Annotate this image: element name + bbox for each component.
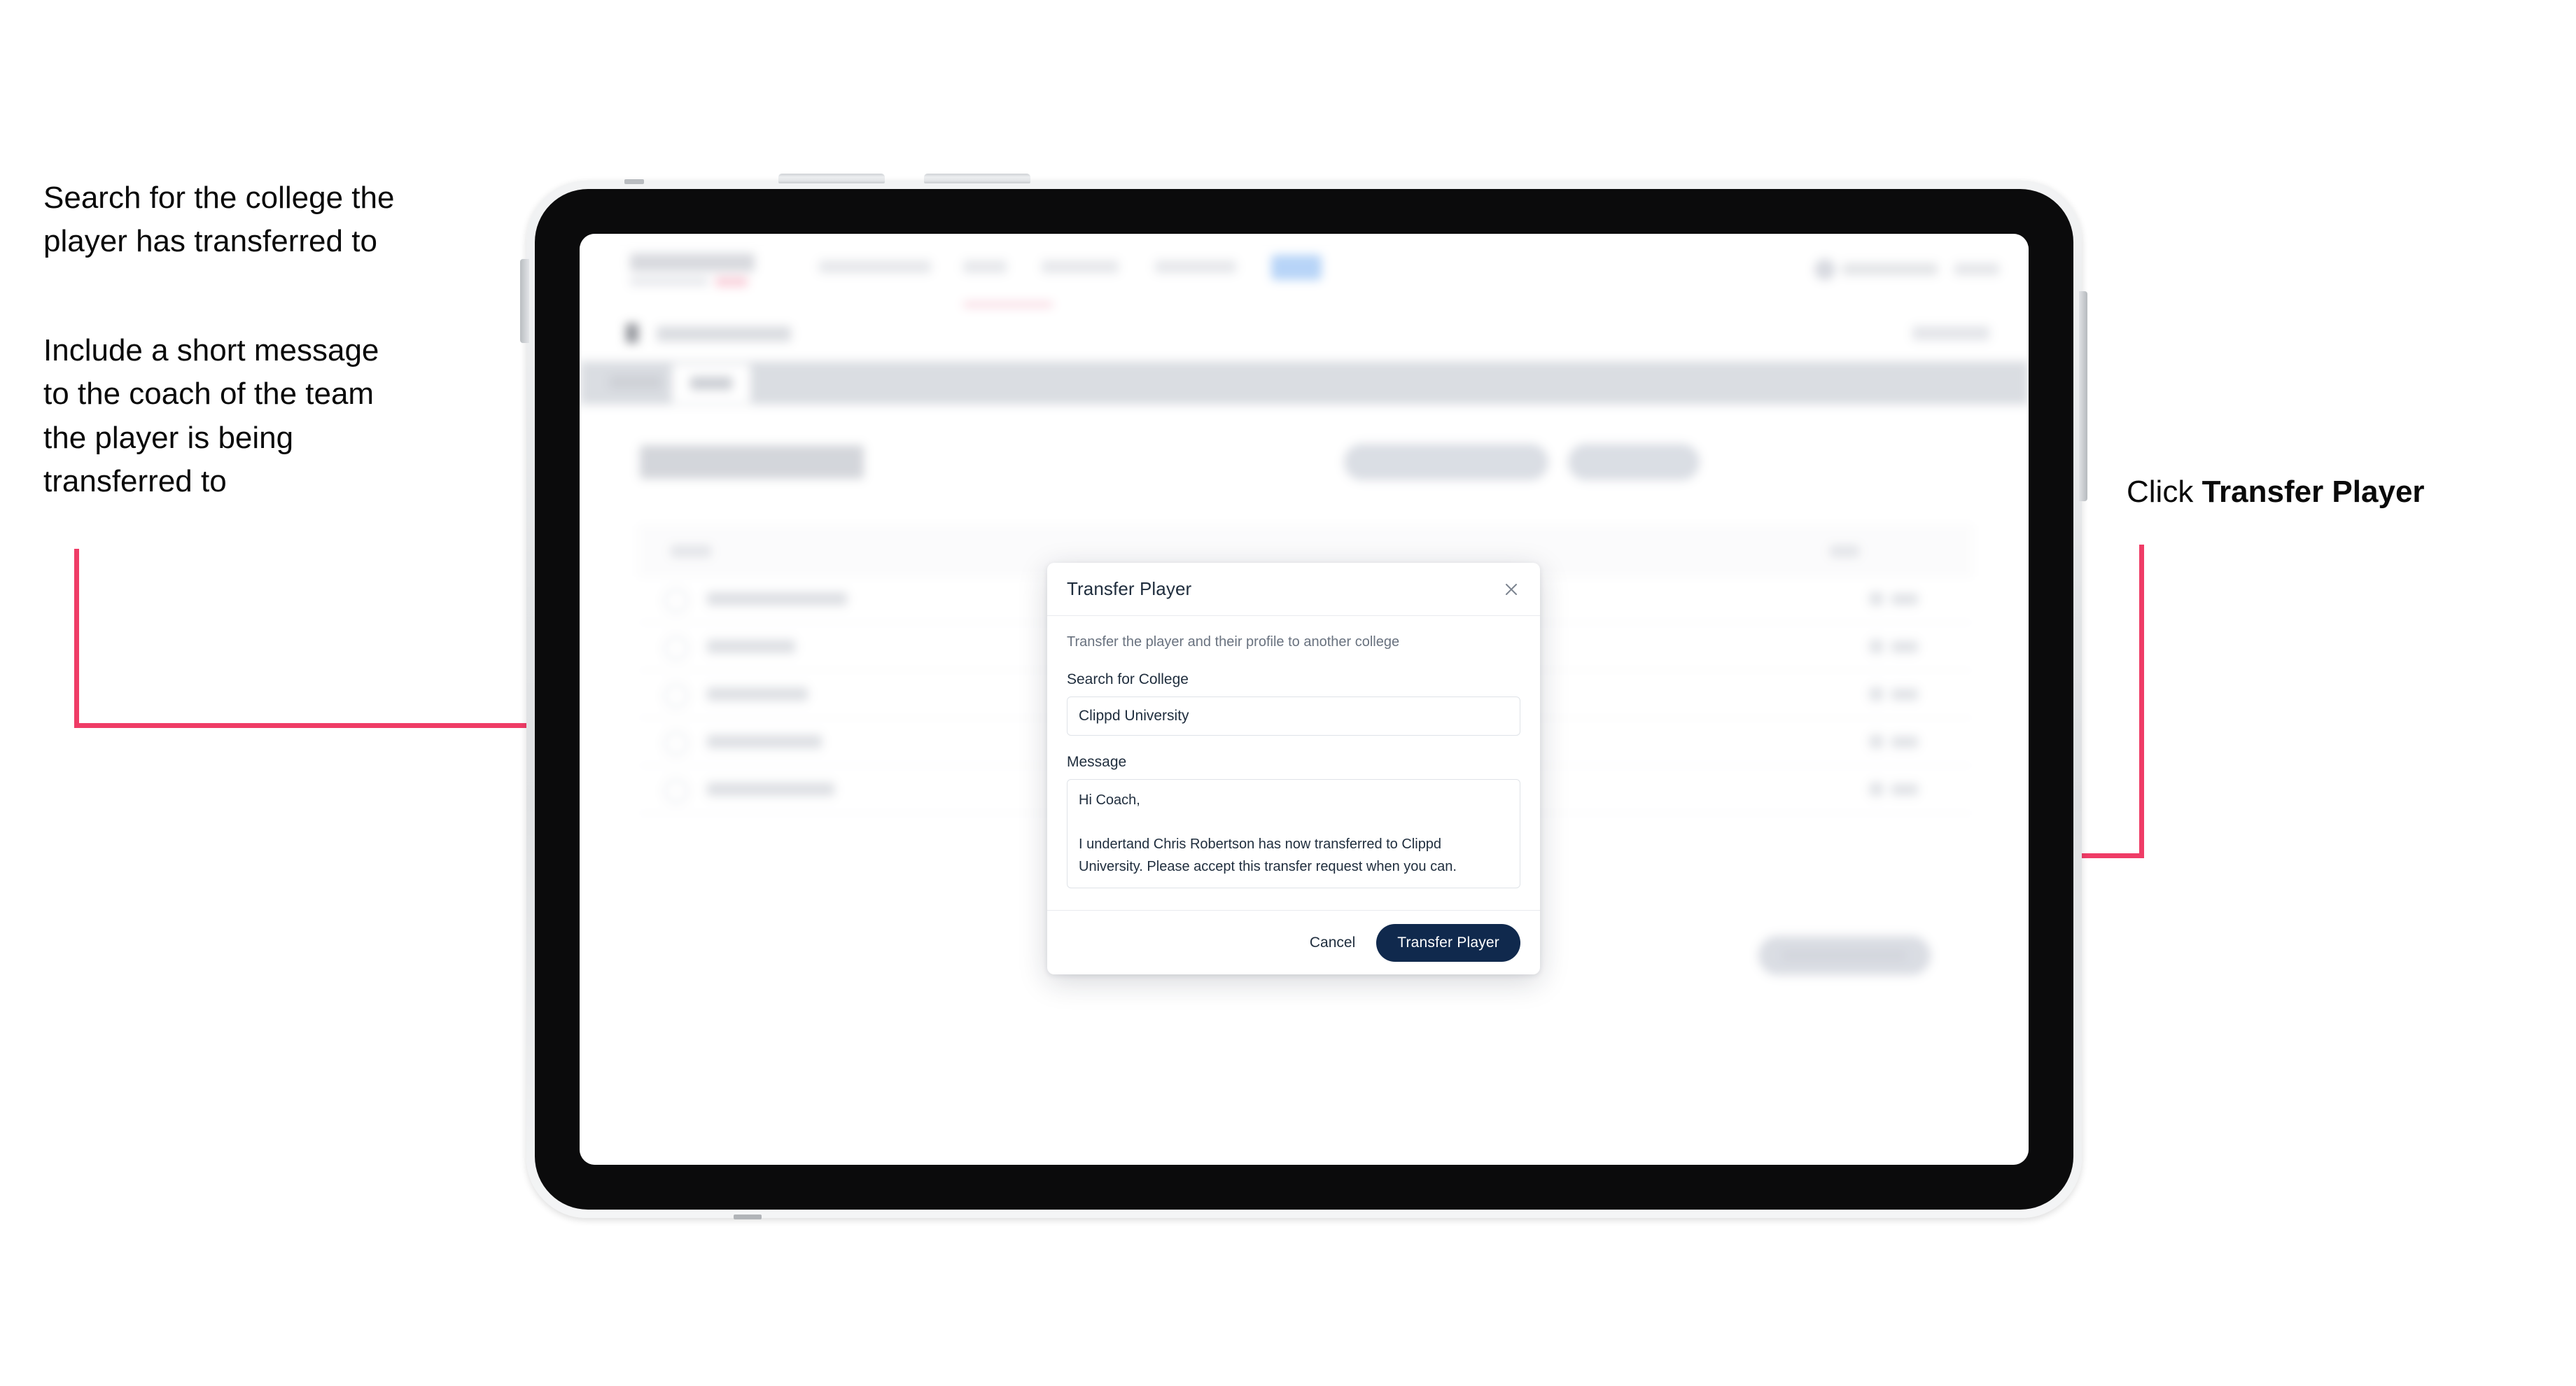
search-college-label: Search for College	[1067, 671, 1189, 687]
annotation-note-click-transfer: Click Transfer Player	[2127, 470, 2519, 514]
close-icon[interactable]	[1499, 578, 1523, 601]
message-textarea[interactable]	[1067, 779, 1520, 888]
search-college-input[interactable]	[1067, 696, 1520, 736]
volume-down-button[interactable]	[924, 174, 1030, 183]
modal-body: Transfer the player and their profile to…	[1047, 616, 1540, 910]
antenna-band-bottom	[734, 1214, 762, 1219]
annotation-right-prefix: Click	[2127, 475, 2202, 509]
annotation-note-message: Include a short message to the coach of …	[43, 333, 379, 499]
annotation-right-line-vertical	[2139, 545, 2144, 858]
modal-title: Transfer Player	[1067, 578, 1192, 599]
antenna-band-top	[624, 179, 644, 184]
tablet-screen: Transfer Player Transfer the player and …	[580, 234, 2029, 1165]
annotation-note-search-college: Search for the college the player has tr…	[43, 181, 395, 259]
modal-subtitle: Transfer the player and their profile to…	[1067, 634, 1400, 650]
cancel-button[interactable]: Cancel	[1307, 929, 1358, 957]
tablet-device-frame: Transfer Player Transfer the player and …	[520, 174, 2087, 1219]
modal-footer: Cancel Transfer Player	[1047, 910, 1540, 974]
annotation-right-bold: Transfer Player	[2202, 475, 2425, 509]
annotation-left-line-vertical	[74, 549, 79, 728]
transfer-player-modal: Transfer Player Transfer the player and …	[1047, 563, 1540, 974]
power-button[interactable]	[520, 259, 529, 343]
volume-up-button[interactable]	[778, 174, 885, 183]
message-label: Message	[1067, 754, 1127, 770]
field-spacer	[1067, 736, 1520, 754]
transfer-player-button[interactable]: Transfer Player	[1376, 923, 1520, 962]
modal-header: Transfer Player	[1047, 563, 1540, 616]
side-button[interactable]	[2079, 291, 2087, 501]
